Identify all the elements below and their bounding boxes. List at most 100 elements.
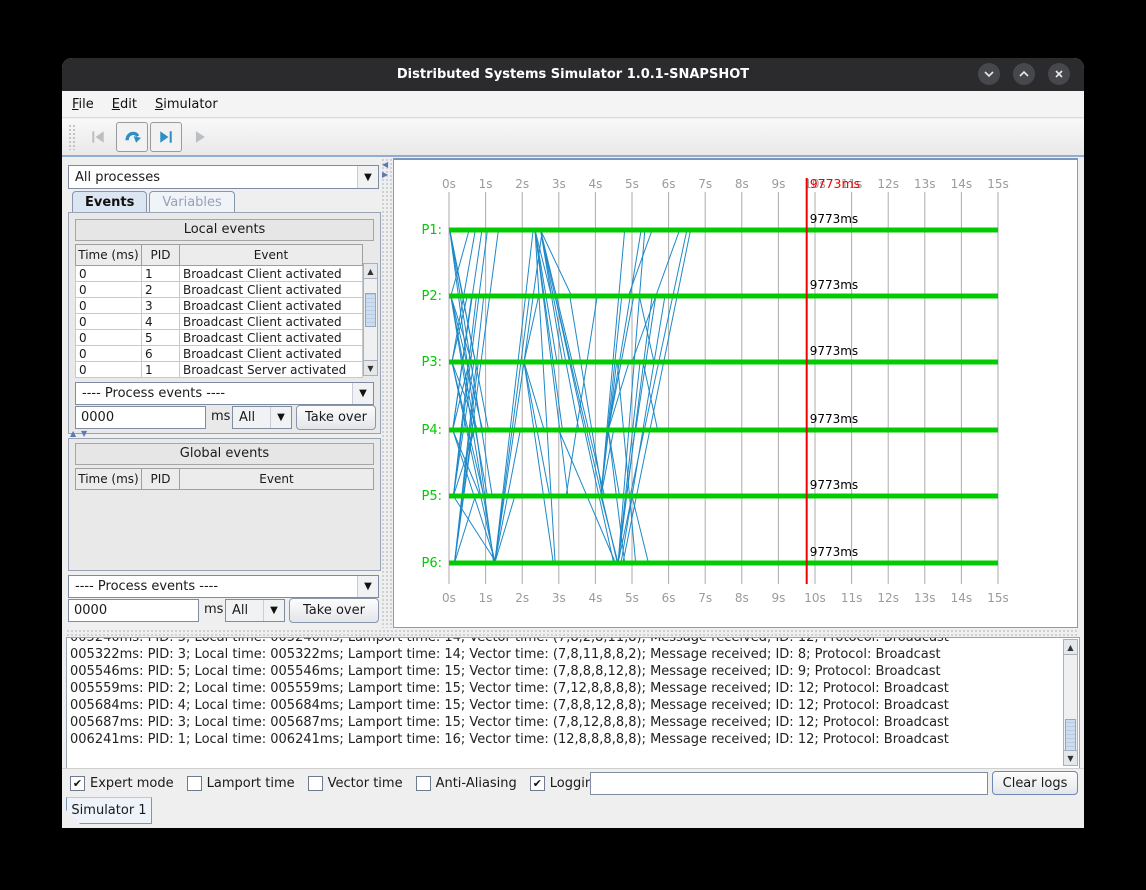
timeline-chart[interactable]: 0s0s1s1s2s2s3s3s4s4s5s5s6s6s7s7s8s8s9s9s… bbox=[393, 158, 1078, 628]
x-tick-bottom: 8s bbox=[735, 591, 749, 605]
menu-bar: File Edit Simulator bbox=[62, 91, 1084, 118]
split-up-icon[interactable]: ▲ bbox=[70, 429, 76, 438]
process-label: P2: bbox=[422, 289, 443, 304]
log-line: 005546ms: PID: 5; Local time: 005546ms; … bbox=[67, 663, 1079, 680]
bottom-tab-strip: Simulator 1 bbox=[62, 797, 1084, 828]
event-time-input-bottom[interactable]: 0000 bbox=[68, 599, 199, 622]
split-down-icon[interactable]: ▼ bbox=[81, 429, 87, 438]
log-line: 005687ms: PID: 3; Local time: 005687ms; … bbox=[67, 714, 1079, 731]
x-tick-bottom: 0s bbox=[442, 591, 456, 605]
menu-simulator[interactable]: Simulator bbox=[155, 97, 218, 112]
table-row[interactable]: 03Broadcast Client activated bbox=[76, 298, 363, 314]
x-tick-top: 9s bbox=[771, 177, 785, 191]
chevron-up-icon bbox=[1018, 68, 1030, 80]
chevron-down-icon: ▼ bbox=[357, 166, 378, 188]
checkbox-anti-aliasing[interactable]: Anti-Aliasing bbox=[416, 776, 517, 791]
process-cursor-time-label: 9773ms bbox=[810, 412, 858, 426]
table-row[interactable]: 06Broadcast Client activated bbox=[76, 346, 363, 362]
scope-combobox-top[interactable]: All ▼ bbox=[232, 406, 292, 429]
message-line bbox=[450, 230, 494, 563]
x-tick-bottom: 6s bbox=[662, 591, 676, 605]
chevron-down-icon: ▼ bbox=[263, 600, 284, 621]
close-button[interactable] bbox=[1048, 63, 1070, 85]
tab-simulator-1[interactable]: Simulator 1 bbox=[66, 797, 152, 824]
tab-variables[interactable]: Variables bbox=[149, 191, 234, 213]
col-time[interactable]: Time (ms) bbox=[76, 469, 142, 490]
message-line bbox=[453, 496, 496, 563]
log-scrollbar[interactable]: ▲ ▼ bbox=[1063, 639, 1078, 766]
table-row[interactable]: 02Broadcast Client activated bbox=[76, 282, 363, 298]
table-row[interactable]: 01Broadcast Client activated bbox=[76, 266, 363, 282]
message-line bbox=[450, 230, 489, 430]
process-events-combobox-top[interactable]: ---- Process events ---- ▼ bbox=[75, 382, 374, 405]
skip-to-start-button[interactable] bbox=[82, 122, 114, 152]
checkbox-icon[interactable] bbox=[187, 776, 202, 791]
horizontal-split-divider[interactable] bbox=[66, 629, 1078, 637]
scroll-up-icon[interactable]: ▲ bbox=[364, 264, 377, 279]
process-filter-value: All processes bbox=[75, 170, 160, 185]
table-row[interactable]: 04Broadcast Client activated bbox=[76, 314, 363, 330]
split-left-icon[interactable]: ◀ bbox=[382, 160, 388, 169]
play-button[interactable] bbox=[184, 122, 216, 152]
title-bar[interactable]: Distributed Systems Simulator 1.0.1-SNAP… bbox=[62, 58, 1084, 91]
message-line bbox=[541, 230, 572, 296]
process-cursor-time-label: 9773ms bbox=[810, 545, 858, 559]
log-text: 005240ms: PID: 5; Local time: 005240ms; … bbox=[67, 637, 1079, 748]
take-over-button-bottom[interactable]: Take over bbox=[289, 598, 379, 623]
vertical-split-divider[interactable]: ◀ ▶ bbox=[381, 158, 392, 628]
chevron-down-icon: ▼ bbox=[352, 383, 373, 404]
clear-logs-button[interactable]: Clear logs bbox=[992, 771, 1078, 795]
local-events-header: Local events bbox=[75, 219, 374, 241]
step-forward-button[interactable] bbox=[150, 122, 182, 152]
filter-input[interactable] bbox=[590, 772, 988, 795]
log-line: 005684ms: PID: 4; Local time: 005684ms; … bbox=[67, 697, 1079, 714]
minimize-button[interactable] bbox=[978, 63, 1000, 85]
message-line bbox=[643, 362, 658, 430]
checkbox-label: Lamport time bbox=[207, 776, 295, 791]
message-line bbox=[524, 362, 544, 430]
scroll-up-icon[interactable]: ▲ bbox=[1064, 640, 1077, 655]
checkbox-icon[interactable] bbox=[416, 776, 431, 791]
process-cursor-time-label: 9773ms bbox=[810, 212, 858, 226]
event-time-input-top[interactable]: 0000 bbox=[75, 406, 206, 429]
checkbox-label: Vector time bbox=[328, 776, 403, 791]
table-row[interactable]: 01Broadcast Server activated bbox=[76, 362, 363, 378]
process-filter-combobox[interactable]: All processes ▼ bbox=[68, 165, 379, 189]
local-events-scrollbar[interactable]: ▲ ▼ bbox=[363, 263, 378, 376]
checkbox-expert-mode[interactable]: ✔Expert mode bbox=[70, 776, 174, 791]
col-event[interactable]: Event bbox=[180, 245, 363, 266]
checkbox-lamport-time[interactable]: Lamport time bbox=[187, 776, 295, 791]
scope-combobox-bottom[interactable]: All ▼ bbox=[225, 599, 285, 622]
col-pid[interactable]: PID bbox=[142, 245, 180, 266]
tab-events[interactable]: Events bbox=[72, 191, 147, 213]
x-tick-top: 15s bbox=[987, 177, 1009, 191]
x-tick-top: 6s bbox=[662, 177, 676, 191]
scroll-down-icon[interactable]: ▼ bbox=[1064, 750, 1077, 765]
process-label: P3: bbox=[422, 355, 443, 370]
checkbox-vector-time[interactable]: Vector time bbox=[308, 776, 403, 791]
scrollbar-thumb[interactable] bbox=[1065, 719, 1076, 751]
menu-edit[interactable]: Edit bbox=[112, 97, 137, 112]
timeline-canvas[interactable]: 0s0s1s1s2s2s3s3s4s4s5s5s6s6s7s7s8s8s9s9s… bbox=[394, 160, 1077, 626]
checkbox-icon[interactable]: ✔ bbox=[70, 776, 85, 791]
splitpane-top-edge bbox=[62, 155, 1084, 157]
split-right-icon[interactable]: ▶ bbox=[382, 170, 388, 179]
maximize-button[interactable] bbox=[1013, 63, 1035, 85]
col-pid[interactable]: PID bbox=[142, 469, 180, 490]
scroll-down-icon[interactable]: ▼ bbox=[364, 360, 377, 375]
rerun-button[interactable] bbox=[116, 122, 148, 152]
process-label: P6: bbox=[422, 556, 443, 571]
global-events-header: Global events bbox=[75, 443, 374, 465]
take-over-button-top[interactable]: Take over bbox=[296, 405, 376, 430]
process-events-combobox-bottom[interactable]: ---- Process events ---- ▼ bbox=[68, 575, 379, 598]
x-tick-bottom: 12s bbox=[877, 591, 899, 605]
checkbox-icon[interactable]: ✔ bbox=[530, 776, 545, 791]
checkbox-icon[interactable] bbox=[308, 776, 323, 791]
scrollbar-thumb[interactable] bbox=[365, 293, 376, 327]
col-time[interactable]: Time (ms) bbox=[76, 245, 142, 266]
menu-file[interactable]: File bbox=[72, 97, 94, 112]
table-row[interactable]: 05Broadcast Client activated bbox=[76, 330, 363, 346]
x-tick-top: 4s bbox=[588, 177, 602, 191]
col-event[interactable]: Event bbox=[180, 469, 374, 490]
toolbar-drag-handle[interactable] bbox=[68, 124, 76, 150]
